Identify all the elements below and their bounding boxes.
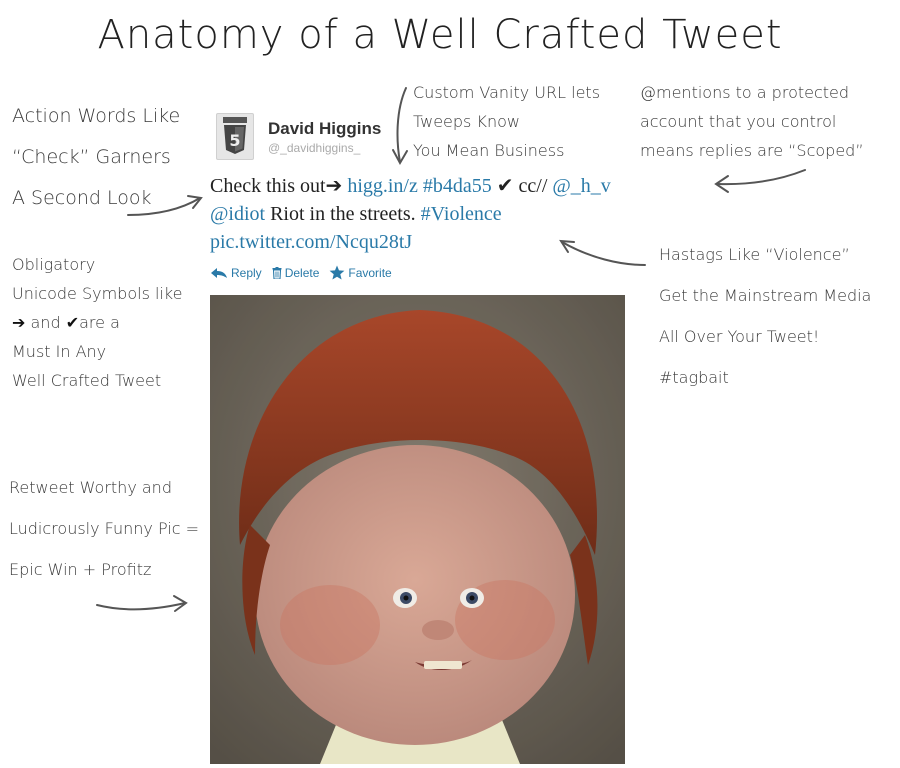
annotation-line: Epic Win + Profitz [9,560,152,579]
author-name[interactable]: David Higgins [268,119,381,139]
reply-icon [211,267,227,278]
annotation-line: means replies are “Scoped” [640,141,864,160]
reply-button[interactable]: Reply [210,266,262,280]
photo-illustration [210,295,625,764]
tweet-photo[interactable] [210,295,625,764]
tweet-line: @idiot Riot in the streets. #Violence [210,200,770,228]
annotation-line: Well Crafted Tweet [12,371,162,390]
html5-shield-icon: 5 [223,117,247,154]
annotation-line: Must In Any [12,342,107,361]
checkmark-symbol-icon: ✔ [65,313,80,332]
tweet-word: Check this out [210,175,326,197]
tweet-actions: Reply Delete Favorite [210,265,392,280]
hashtag-link[interactable]: #Violence [421,203,502,225]
annotation-line: All Over Your Tweet! [659,327,820,346]
pic-link[interactable]: pic.twitter.com/Ncqu28tJ [210,231,412,253]
arrow-symbol-icon: ➔ [12,313,26,332]
tweet-word: Riot in the streets. [270,203,416,225]
delete-button[interactable]: Delete [272,265,320,280]
annotation-line: Unicode Symbols like [12,284,183,303]
annotation-line: @mentions to a protected [640,83,850,102]
annotation-word: are a [79,313,120,332]
reply-label: Reply [231,265,262,280]
delete-label: Delete [284,265,320,280]
tweet-text: Check this out➔ higg.in/z #b4da55 ✔ cc//… [210,172,770,256]
annotation-line: account that you control [640,112,837,131]
annotation-unicode-symbols: Obligatory Unicode Symbols like ➔ and ✔a… [12,250,182,395]
annotation-line: Retweet Worthy and [9,478,172,497]
mention-link[interactable]: @idiot [210,203,265,225]
svg-text:5: 5 [229,131,240,150]
annotation-action-words: Action Words Like “Check” Garners A Seco… [12,96,180,219]
annotation-line: Tweeps Know [413,112,520,131]
annotation-hashtags: Hastags Like “Violence” Get the Mainstre… [659,234,871,398]
annotation-line: “Check” Garners [12,146,171,168]
arrow-symbol-icon: ➔ [325,175,343,197]
favorite-label: Favorite [348,265,392,280]
trash-icon [272,266,282,279]
tweet-word: cc// [518,175,548,197]
page-title: Anatomy of a Well Crafted Tweet [97,12,783,58]
annotation-line: #tagbait [659,368,729,387]
annotation-line: You Mean Business [413,141,565,160]
annotation-line: ➔ and ✔are a [12,308,182,337]
annotation-mentions: @mentions to a protected account that yo… [640,78,864,165]
avatar[interactable]: 5 [216,113,254,160]
hash-code-link[interactable]: #b4da55 [423,175,492,197]
author-handle[interactable]: @_davidhiggins_ [268,141,360,155]
annotation-vanity-url: Custom Vanity URL lets Tweeps Know You M… [413,78,600,165]
annotation-line: A Second Look [12,187,152,209]
annotation-line: Get the Mainstream Media [659,286,872,305]
star-icon [329,265,345,280]
annotation-line: Obligatory [12,255,96,274]
annotation-line: Ludicrously Funny Pic = [9,519,199,538]
annotation-word: and [30,313,61,332]
annotation-retweet-pic: Retweet Worthy and Ludicrously Funny Pic… [9,467,199,590]
tweet-line: Check this out➔ higg.in/z #b4da55 ✔ cc//… [210,172,770,200]
tweet-line: pic.twitter.com/Ncqu28tJ [210,228,770,256]
favorite-button[interactable]: Favorite [329,265,392,280]
mention-link[interactable]: @_h_v [552,175,610,197]
short-url-link[interactable]: higg.in/z [347,175,418,197]
checkmark-symbol-icon: ✔ [496,175,514,197]
annotation-line: Action Words Like [12,105,181,127]
annotation-line: Custom Vanity URL lets [413,83,601,102]
